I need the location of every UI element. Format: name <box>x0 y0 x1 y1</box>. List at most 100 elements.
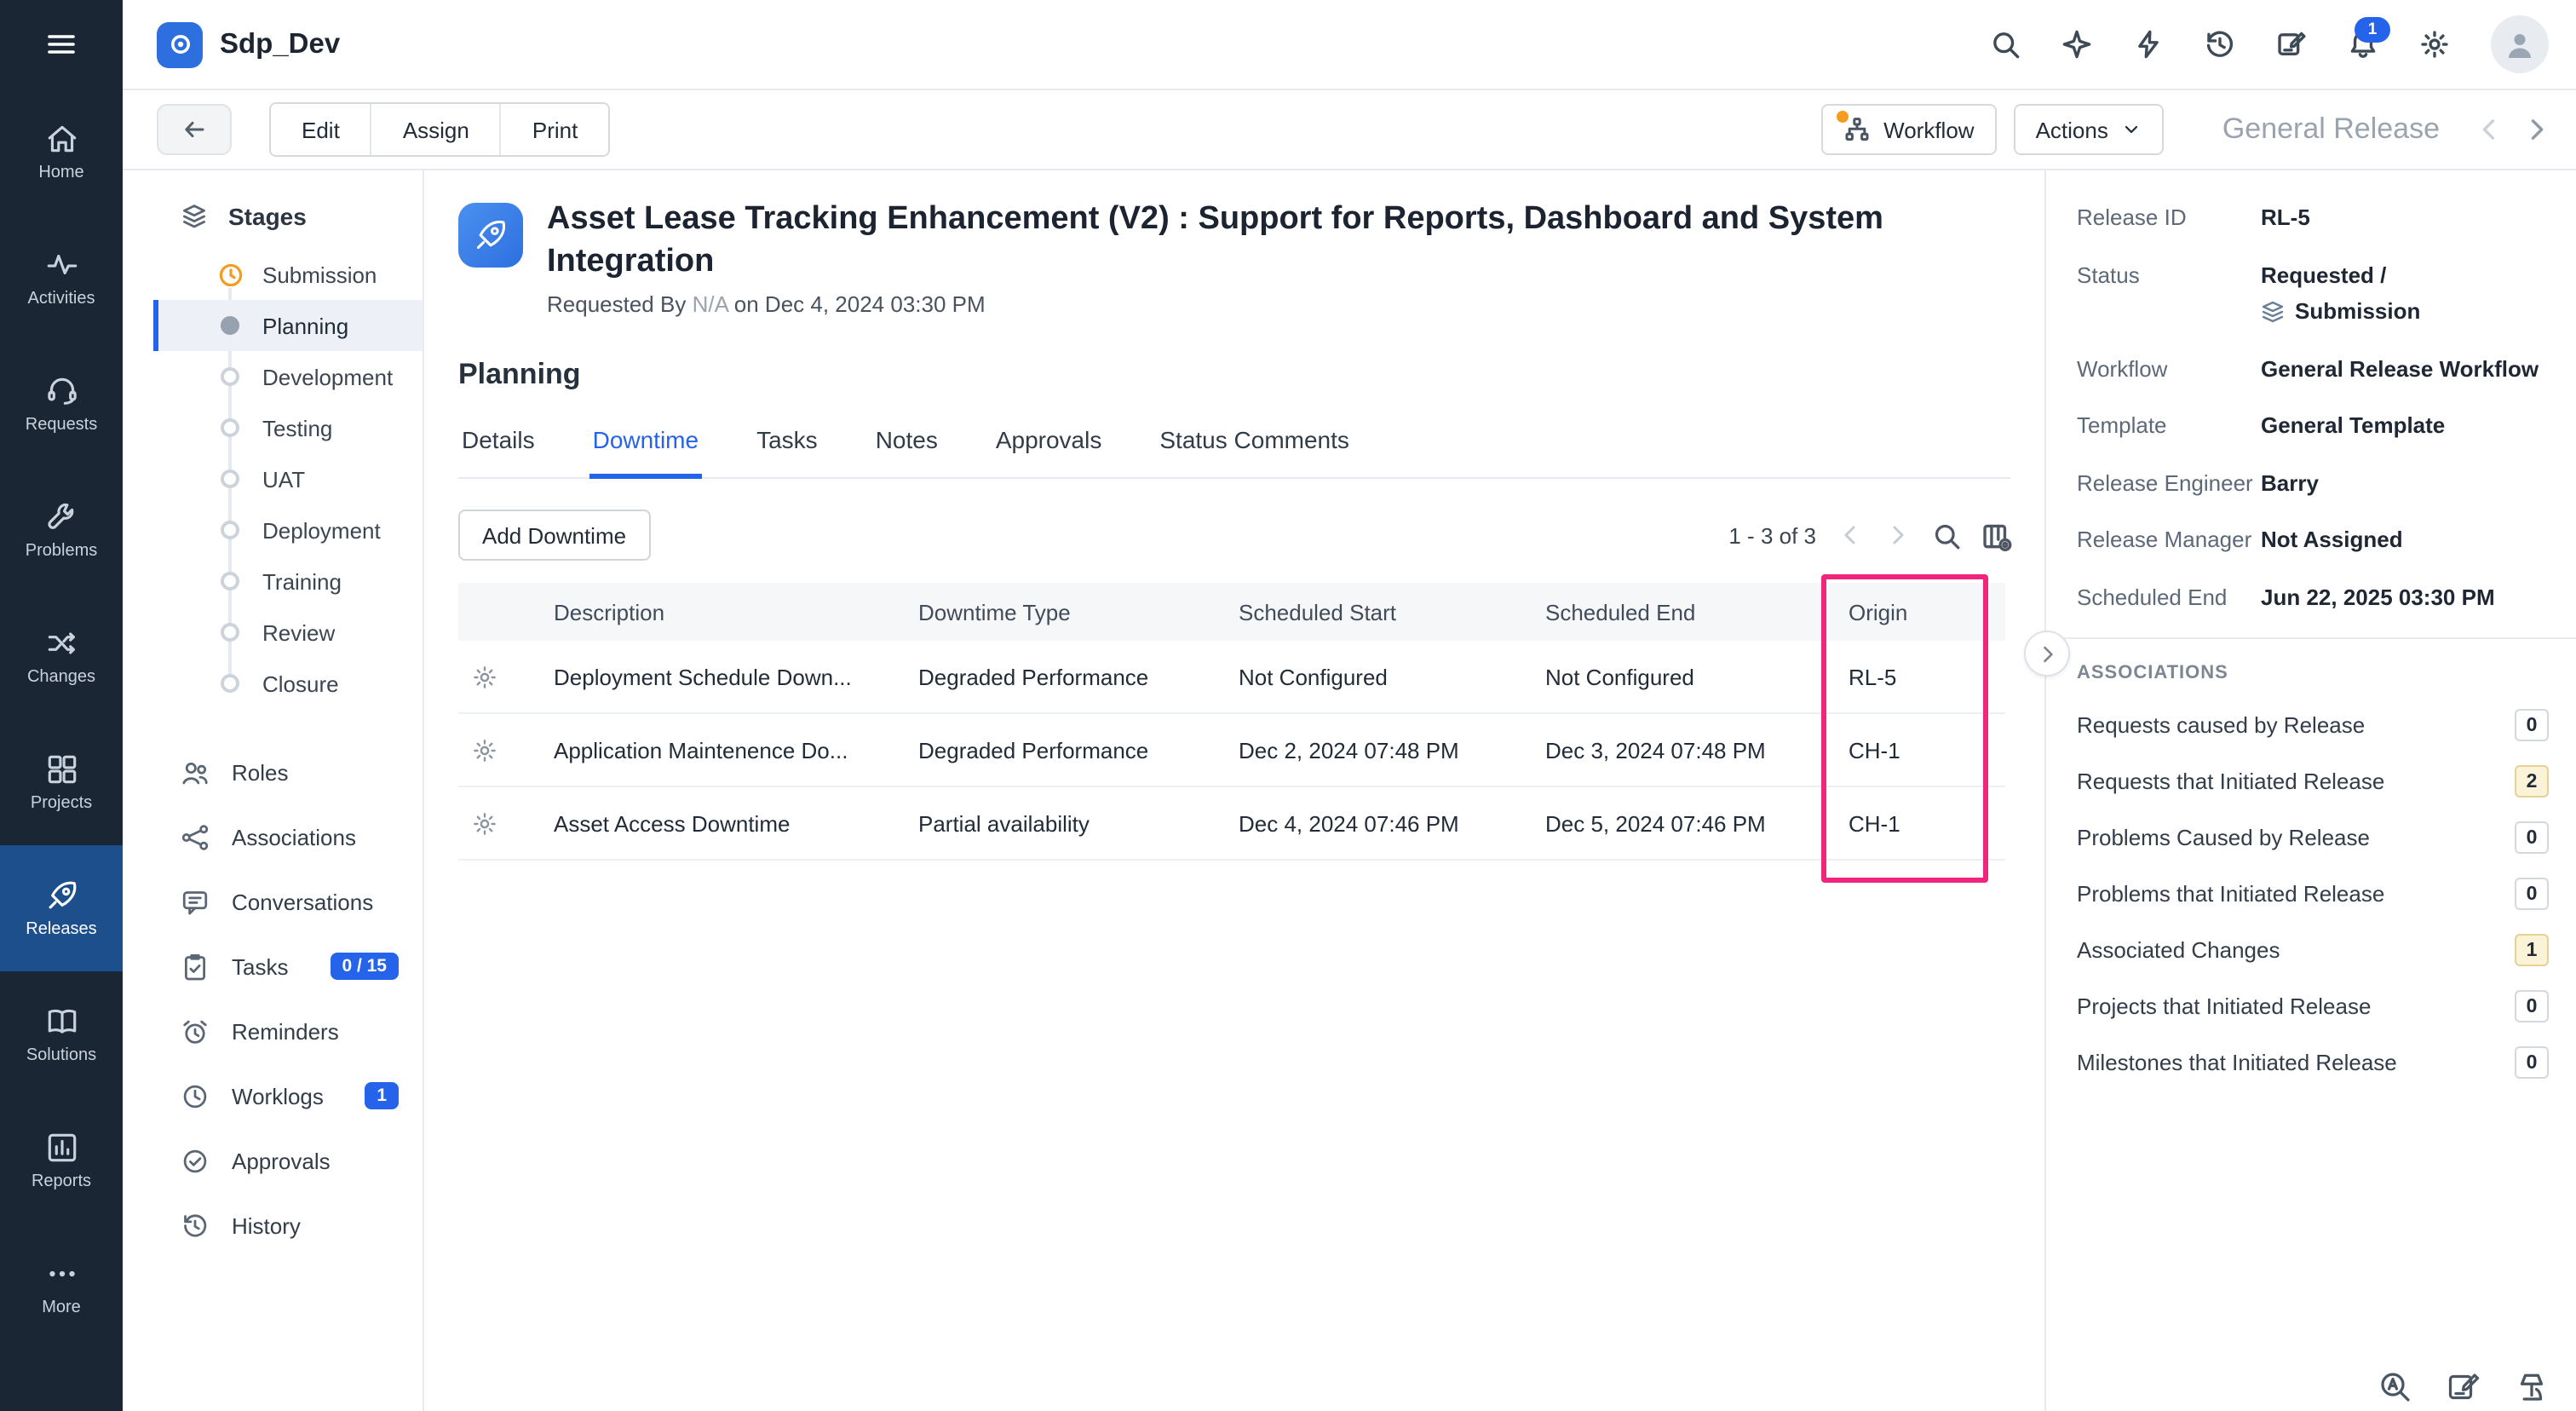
tab-approvals[interactable]: Approvals <box>992 416 1106 479</box>
stage-testing[interactable]: Testing <box>153 402 423 453</box>
quick-actions-icon[interactable] <box>2133 29 2164 60</box>
font-zoom-icon[interactable] <box>2378 1370 2412 1404</box>
sidebar-item-changes[interactable]: Changes <box>0 593 123 719</box>
sidebar-item-approvals[interactable]: Approvals <box>123 1128 423 1193</box>
tab-status-comments[interactable]: Status Comments <box>1156 416 1353 479</box>
user-avatar[interactable] <box>2491 15 2549 73</box>
menu-icon[interactable] <box>0 0 123 89</box>
zia-icon[interactable] <box>2061 29 2092 60</box>
add-downtime-button[interactable]: Add Downtime <box>458 510 650 561</box>
recent-items-icon[interactable] <box>2205 29 2235 60</box>
sidebar-item-problems[interactable]: Problems <box>0 467 123 593</box>
association-label: Milestones that Initiated Release <box>2077 1050 2397 1075</box>
stage-submission[interactable]: Submission <box>153 249 423 300</box>
stage-planning[interactable]: Planning <box>153 300 423 351</box>
stage-review[interactable]: Review <box>153 607 423 658</box>
association-row[interactable]: Associated Changes 1 <box>2077 934 2549 966</box>
association-label: Projects that Initiated Release <box>2077 993 2371 1019</box>
sidebar-item-tasks[interactable]: Tasks 0 / 15 <box>123 934 423 999</box>
requested-on-value: on Dec 4, 2024 03:30 PM <box>734 291 986 317</box>
sidebar-item-requests[interactable]: Requests <box>0 341 123 467</box>
sidebar-item-releases[interactable]: Releases <box>0 845 123 971</box>
header-description[interactable]: Description <box>533 583 898 641</box>
conversations-icon <box>181 887 210 916</box>
tab-downtime[interactable]: Downtime <box>589 416 703 479</box>
rail-item-label: Reports <box>32 1174 91 1191</box>
stage-label: Review <box>262 619 335 645</box>
actions-button[interactable]: Actions <box>2014 104 2165 155</box>
feedback-note-icon[interactable] <box>2447 1370 2481 1404</box>
list-search-icon[interactable] <box>1932 521 1961 550</box>
association-row[interactable]: Requests caused by Release 0 <box>2077 709 2549 741</box>
header-scheduled-start[interactable]: Scheduled Start <box>1218 583 1525 641</box>
release-manager-value: Not Assigned <box>2261 523 2403 556</box>
sidebar-item-roles[interactable]: Roles <box>123 740 423 804</box>
sidebar-item-conversations[interactable]: Conversations <box>123 869 423 934</box>
sidebar-item-associations[interactable]: Associations <box>123 804 423 869</box>
print-button[interactable]: Print <box>500 104 608 155</box>
table-row[interactable]: Asset Access Downtime Partial availabili… <box>458 786 2005 860</box>
cell-description: Asset Access Downtime <box>533 786 898 860</box>
stage-dot-icon <box>221 674 239 693</box>
scheduled-end-value: Jun 22, 2025 03:30 PM <box>2261 580 2495 613</box>
search-icon[interactable] <box>1990 29 2021 60</box>
column-settings-icon[interactable] <box>1981 521 2010 550</box>
sidebar-item-reminders[interactable]: Reminders <box>123 999 423 1063</box>
sidebar-item-more[interactable]: More <box>0 1224 123 1350</box>
table-row[interactable]: Deployment Schedule Down... Degraded Per… <box>458 641 2005 713</box>
stage-development[interactable]: Development <box>153 351 423 402</box>
sidebar-item-projects[interactable]: Projects <box>0 719 123 845</box>
notifications-icon[interactable]: 1 <box>2348 29 2378 60</box>
association-row[interactable]: Problems that Initiated Release 0 <box>2077 878 2549 910</box>
header-scheduled-end[interactable]: Scheduled End <box>1525 583 1828 641</box>
association-row[interactable]: Projects that Initiated Release 0 <box>2077 990 2549 1022</box>
solutions-icon <box>43 1004 79 1040</box>
stage-closure[interactable]: Closure <box>153 658 423 709</box>
stage-deployment[interactable]: Deployment <box>153 504 423 556</box>
panel-collapse-icon[interactable] <box>2024 631 2070 677</box>
stage-training[interactable]: Training <box>153 556 423 607</box>
sidebar-item-history[interactable]: History <box>123 1193 423 1258</box>
sidebar-item-solutions[interactable]: Solutions <box>0 971 123 1097</box>
pagination-next-icon[interactable] <box>1884 521 1912 549</box>
assign-button[interactable]: Assign <box>371 104 500 155</box>
stage-dot-icon <box>221 469 239 488</box>
sidebar-item-home[interactable]: Home <box>0 89 123 215</box>
workflow-button[interactable]: Workflow <box>1820 104 1996 155</box>
projects-icon <box>43 752 79 787</box>
sidebar-item-worklogs[interactable]: Worklogs 1 <box>123 1063 423 1128</box>
previous-record-icon[interactable] <box>2474 114 2504 145</box>
header-downtime-type[interactable]: Downtime Type <box>898 583 1218 641</box>
back-button[interactable] <box>157 104 232 155</box>
lamp-icon[interactable] <box>2515 1370 2549 1404</box>
feedback-icon[interactable] <box>2276 29 2307 60</box>
pagination-prev-icon[interactable] <box>1837 521 1864 549</box>
association-row[interactable]: Milestones that Initiated Release 0 <box>2077 1046 2549 1079</box>
cell-scheduled-start: Dec 2, 2024 07:48 PM <box>1218 713 1525 786</box>
settings-icon[interactable] <box>2419 29 2450 60</box>
tab-details[interactable]: Details <box>458 416 538 479</box>
app-logo[interactable] <box>157 21 203 67</box>
details-panel: Release ID RL-5 Status Requested / Submi… <box>2044 170 2576 1411</box>
edit-button[interactable]: Edit <box>271 104 371 155</box>
sidebar-item-reports[interactable]: Reports <box>0 1097 123 1224</box>
tab-notes[interactable]: Notes <box>872 416 941 479</box>
header-origin[interactable]: Origin <box>1828 583 2005 641</box>
table-header-row: Description Downtime Type Scheduled Star… <box>458 583 2005 641</box>
workflow-value: General Release Workflow <box>2261 352 2539 385</box>
sidebar-item-label: Approvals <box>232 1148 331 1173</box>
association-count-badge: 0 <box>2515 990 2549 1022</box>
row-gear-icon[interactable] <box>458 786 533 860</box>
table-row[interactable]: Application Maintenence Do... Degraded P… <box>458 713 2005 786</box>
next-record-icon[interactable] <box>2521 114 2552 145</box>
sidebar-item-activities[interactable]: Activities <box>0 215 123 341</box>
tab-tasks[interactable]: Tasks <box>753 416 821 479</box>
stage-uat[interactable]: UAT <box>153 453 423 504</box>
cell-description: Application Maintenence Do... <box>533 713 898 786</box>
notification-badge: 1 <box>2355 17 2390 43</box>
row-gear-icon[interactable] <box>458 713 533 786</box>
row-gear-icon[interactable] <box>458 641 533 713</box>
association-row[interactable]: Requests that Initiated Release 2 <box>2077 765 2549 798</box>
association-row[interactable]: Problems Caused by Release 0 <box>2077 821 2549 854</box>
stage-dot-icon <box>221 418 239 437</box>
